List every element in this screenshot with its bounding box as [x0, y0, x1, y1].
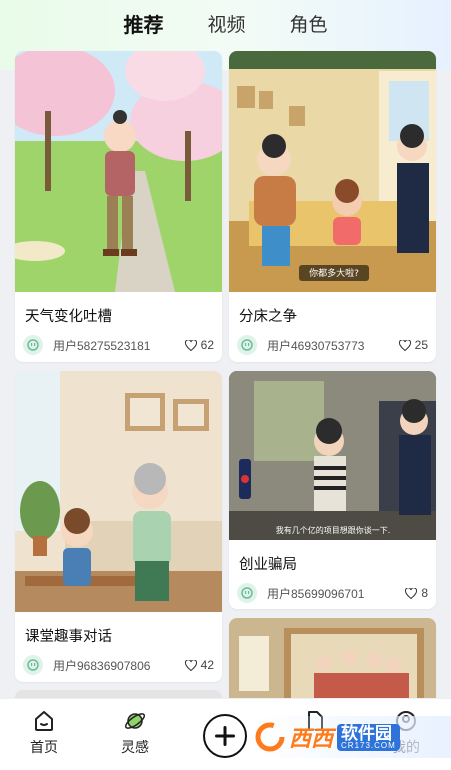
like-number: 8	[421, 586, 428, 600]
nav-home-label: 首页	[30, 739, 58, 755]
feed-card[interactable]: 我有几个亿的项目想跟你谈一下. 创业骗局 用户85699096701 8	[229, 371, 436, 609]
card-title: 课堂趣事对话	[25, 629, 112, 645]
card-username: 用户58275523181	[53, 338, 151, 353]
create-button[interactable]	[203, 714, 247, 758]
card-meta: 用户58275523181 62	[23, 334, 214, 356]
avatar	[237, 335, 257, 355]
nav-inspiration[interactable]: 灵感	[105, 709, 165, 757]
card-username: 用户85699096701	[267, 586, 365, 601]
watermark-logo: 西西 软件园 CR173.COM	[255, 716, 451, 758]
card-meta: 用户96836907806 42	[23, 654, 214, 676]
watermark-brand: 软件园	[341, 723, 393, 743]
avatar	[237, 583, 257, 603]
watermark-c-icon	[255, 722, 285, 752]
like-number: 42	[200, 658, 214, 672]
watermark-box: 软件园 CR173.COM	[337, 723, 400, 751]
tab-video[interactable]: 视频	[205, 10, 247, 37]
card-thumbnail: 你都多大啦?	[229, 51, 436, 292]
feed-card[interactable]: 天气变化吐槽 用户58275523181 62	[15, 51, 222, 362]
card-thumbnail: 我有几个亿的项目想跟你谈一下.	[229, 371, 436, 540]
heart-icon	[184, 339, 197, 351]
avatar	[23, 335, 43, 355]
plus-icon	[215, 726, 235, 746]
card-meta: 用户85699096701 8	[237, 582, 428, 604]
video-subtitle: 你都多大啦?	[309, 267, 359, 279]
feed-card[interactable]: 课堂趣事对话 用户96836907806 42	[15, 371, 222, 682]
heart-icon	[405, 587, 418, 599]
watermark-domain: CR173.COM	[341, 740, 396, 750]
card-username: 用户96836907806	[53, 658, 151, 673]
card-thumbnail	[15, 371, 222, 612]
heart-icon	[398, 339, 411, 351]
feed-card[interactable]: 你都多大啦? 分床之争 用户46930753773 25	[229, 51, 436, 362]
nav-inspiration-label: 灵感	[121, 739, 149, 755]
tab-recommend[interactable]: 推荐	[121, 9, 166, 38]
heart-icon	[184, 659, 197, 671]
like-number: 25	[414, 338, 428, 352]
card-username: 用户46930753773	[267, 338, 365, 353]
nav-home[interactable]: 首页	[14, 709, 74, 757]
like-count[interactable]: 25	[398, 338, 428, 352]
planet-icon	[124, 713, 146, 729]
like-number: 62	[200, 338, 214, 352]
card-thumbnail	[229, 618, 436, 708]
like-count[interactable]: 42	[184, 658, 214, 672]
video-subtitle: 我有几个亿的项目想跟你谈一下.	[276, 525, 391, 535]
like-count[interactable]: 62	[184, 338, 214, 352]
home-icon	[35, 711, 53, 731]
card-title: 天气变化吐槽	[25, 309, 112, 325]
feed-card[interactable]	[229, 618, 436, 708]
avatar	[23, 655, 43, 675]
card-thumbnail	[15, 51, 222, 292]
card-title: 创业骗局	[239, 557, 297, 573]
watermark-main: 西西	[289, 726, 334, 751]
like-count[interactable]: 8	[405, 586, 428, 600]
card-title: 分床之争	[239, 309, 297, 325]
card-meta: 用户46930753773 25	[237, 334, 428, 356]
top-tabs: 推荐 视频 角色	[0, 0, 451, 46]
tab-character[interactable]: 角色	[288, 10, 330, 37]
